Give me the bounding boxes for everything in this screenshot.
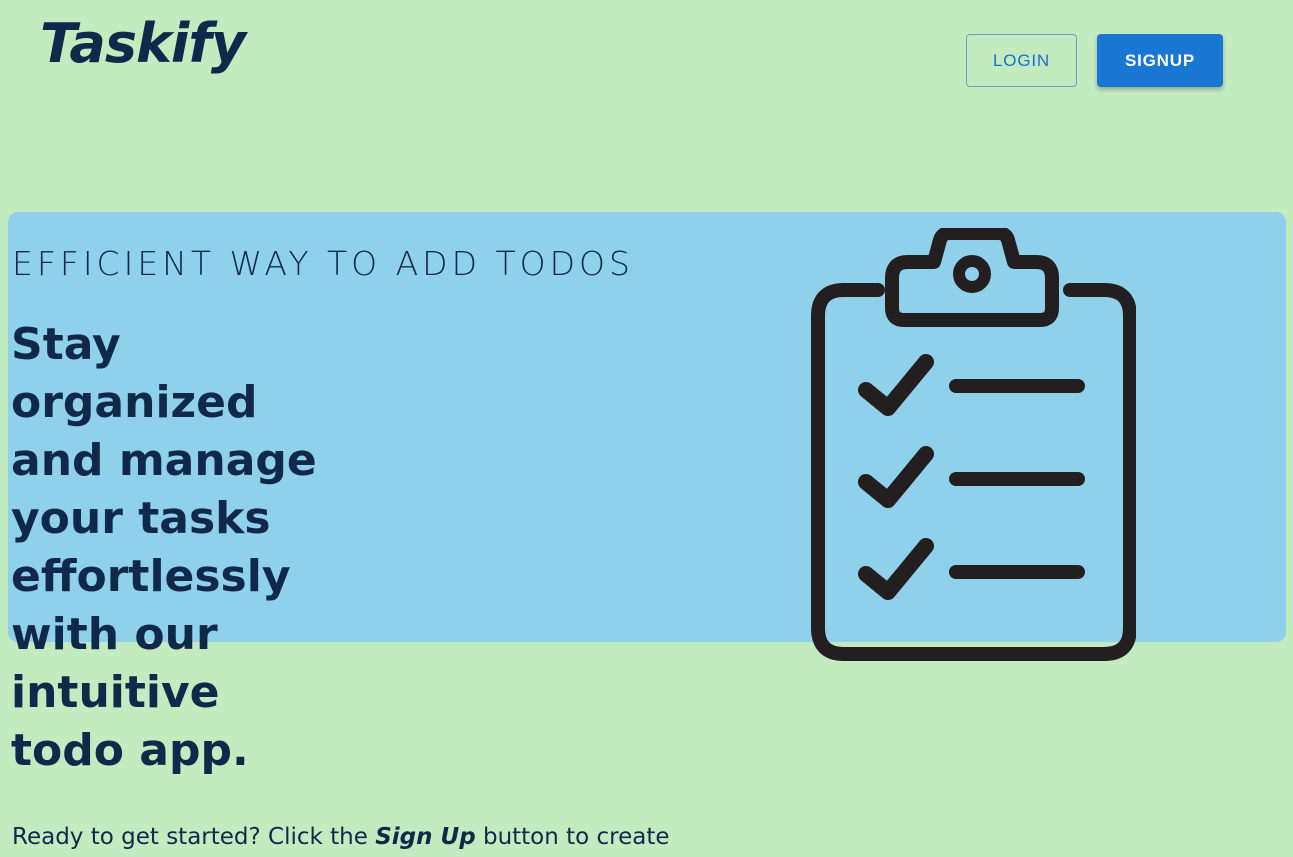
cta-prefix: Ready to get started? Click the <box>12 824 376 850</box>
hero-eyebrow: EFFICIENT WAY TO ADD TODOS <box>12 244 634 283</box>
cta-signup-emphasis: Sign Up <box>375 824 476 850</box>
cta-suffix: button to create <box>475 824 670 850</box>
app-logo[interactable]: Taskify <box>40 12 246 77</box>
clipboard-checklist-icon <box>811 228 1136 661</box>
hero-headline: Stay organized and manage your tasks eff… <box>11 319 317 776</box>
login-button[interactable]: LOGIN <box>966 34 1077 87</box>
checkmark-icon <box>858 354 934 416</box>
checkmark-icon <box>858 446 934 508</box>
checkmark-icon <box>858 538 934 600</box>
hero-cta-text: Ready to get started? Click the Sign Up … <box>12 824 670 850</box>
clipboard-clip-hole <box>953 255 991 293</box>
checklist-rows <box>858 354 1085 600</box>
signup-button[interactable]: SIGNUP <box>1097 34 1223 87</box>
clipboard-clip <box>885 228 1059 327</box>
